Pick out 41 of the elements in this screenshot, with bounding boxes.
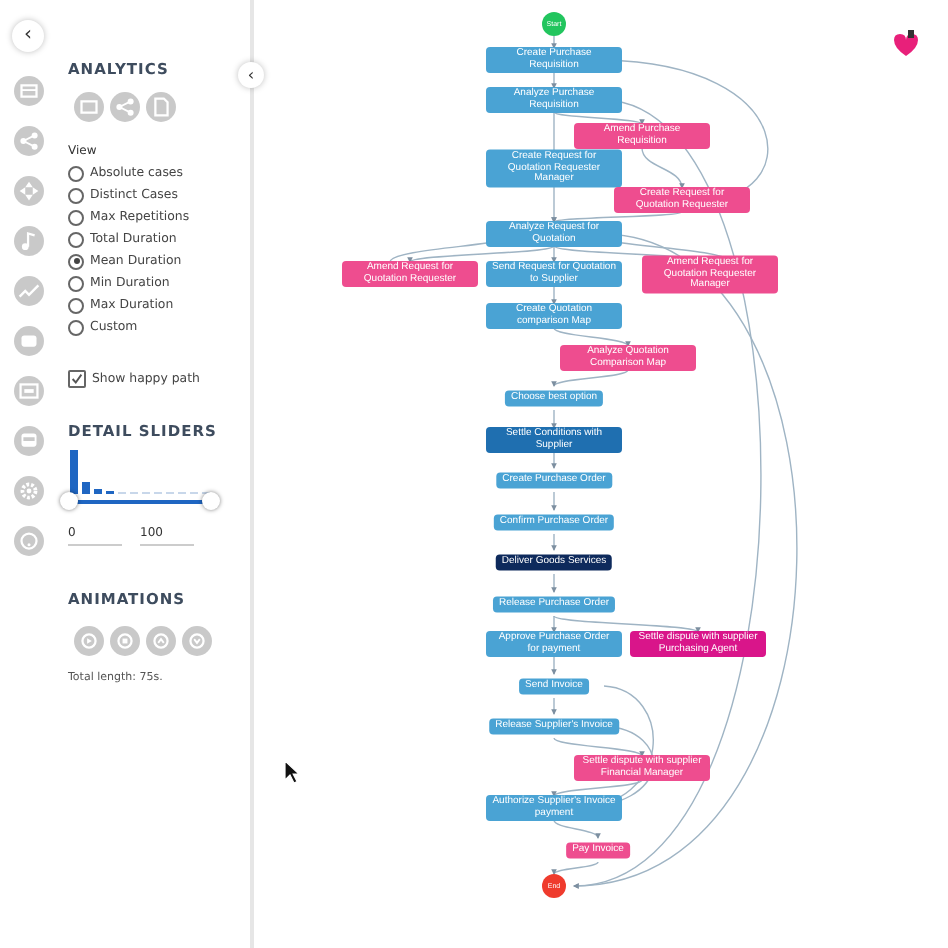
share-icon[interactable] bbox=[110, 92, 140, 122]
connector bbox=[551, 491, 557, 511]
radio-button[interactable] bbox=[68, 209, 84, 225]
collapse-button[interactable]: ‹ bbox=[238, 62, 264, 88]
connector bbox=[551, 697, 557, 715]
radio-button[interactable] bbox=[68, 187, 84, 203]
note-icon[interactable] bbox=[13, 226, 43, 256]
chart-icon[interactable] bbox=[13, 276, 43, 306]
stop-icon[interactable] bbox=[110, 626, 140, 656]
chevron-up-icon[interactable] bbox=[146, 626, 176, 656]
connector bbox=[551, 533, 557, 551]
back-button[interactable]: ‹ bbox=[12, 20, 44, 52]
connector bbox=[551, 285, 557, 305]
radio-button[interactable] bbox=[68, 165, 84, 181]
help-icon[interactable] bbox=[13, 526, 43, 556]
play-icon[interactable] bbox=[74, 626, 104, 656]
connector bbox=[551, 655, 557, 675]
slider-handle[interactable] bbox=[60, 492, 78, 510]
radio-button[interactable] bbox=[68, 231, 84, 247]
document-icon[interactable] bbox=[146, 92, 176, 122]
connector bbox=[551, 451, 557, 469]
radio-button[interactable] bbox=[68, 319, 84, 335]
range-slider[interactable] bbox=[60, 492, 222, 512]
radio-button[interactable] bbox=[68, 297, 84, 313]
connector bbox=[551, 35, 557, 49]
connector bbox=[551, 573, 557, 593]
slider-handle[interactable] bbox=[202, 492, 220, 510]
logo-icon bbox=[890, 28, 922, 60]
connector bbox=[551, 71, 557, 89]
screen-icon[interactable] bbox=[13, 376, 43, 406]
radio-button[interactable] bbox=[68, 275, 84, 291]
share-icon[interactable] bbox=[13, 126, 43, 156]
table-icon[interactable] bbox=[13, 76, 43, 106]
radio-button[interactable] bbox=[68, 253, 84, 269]
connector bbox=[551, 409, 557, 429]
arrows-icon[interactable] bbox=[13, 176, 43, 206]
cursor-icon bbox=[284, 760, 300, 784]
checkbox[interactable] bbox=[68, 370, 86, 388]
chevron-down-icon[interactable] bbox=[182, 626, 212, 656]
settings-icon[interactable] bbox=[13, 476, 43, 506]
frame-icon[interactable] bbox=[74, 92, 104, 122]
